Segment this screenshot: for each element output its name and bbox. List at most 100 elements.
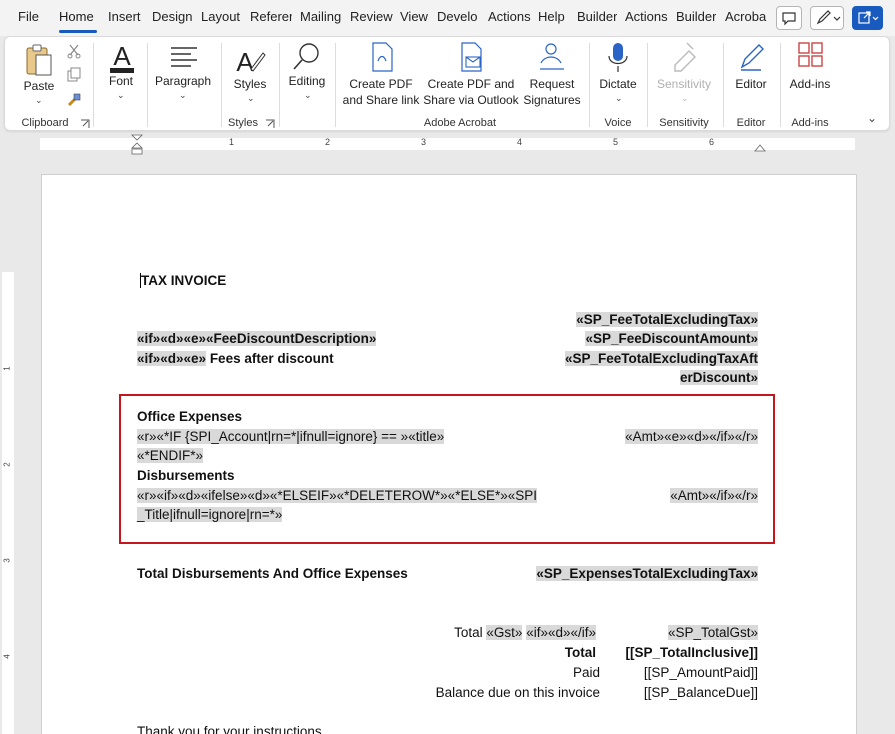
ruler-number: 3 <box>421 137 427 147</box>
tab-acrobat[interactable]: Acroba <box>725 9 768 29</box>
request-signatures-button[interactable]: Request Signatures <box>521 41 583 111</box>
fee-total-field[interactable]: «SP_FeeTotalExcludingTax» <box>520 310 758 330</box>
dialog-launcher-icon[interactable] <box>80 119 90 129</box>
add-ins-button[interactable]: Add-ins <box>785 41 835 107</box>
disbursements-row-2[interactable]: _Title|ifnull=ignore|rn=*» <box>137 505 283 525</box>
editor-group-label: Editor <box>736 117 766 129</box>
chevron-down-icon: ⌄ <box>247 93 255 103</box>
total-gst-label[interactable]: Total «Gst» «if»«d»«/if» <box>380 623 596 643</box>
ruler-number: 1 <box>2 366 12 371</box>
paste-button[interactable]: Paste ⌄ <box>13 41 65 107</box>
copy-icon[interactable] <box>66 67 82 83</box>
search-icon <box>293 43 319 70</box>
total-value[interactable]: [[SP_TotalInclusive]] <box>600 643 758 663</box>
create-pdf-outlook-button[interactable]: Create PDF and Share via Outlook <box>423 41 519 111</box>
editing-mode-button[interactable] <box>810 6 844 30</box>
total-disbursements-label[interactable]: Total Disbursements And Office Expenses <box>137 564 408 584</box>
merge-field: «if»«d»«e» <box>137 351 207 366</box>
clipboard-group-label: Clipboard <box>21 117 69 129</box>
editor-label: Editor <box>735 77 767 91</box>
group-separator <box>723 43 724 127</box>
group-separator <box>147 43 148 127</box>
group-separator <box>335 43 336 127</box>
sensitivity-group-label: Sensitivity <box>659 117 709 129</box>
merge-field: «r»«if»«d»«ifelse»«d»«*ELSEIF»«*DELETERO… <box>137 488 537 503</box>
editing-button[interactable]: Editing ⌄ <box>283 41 331 107</box>
microphone-icon <box>608 43 628 72</box>
total-disbursements-value[interactable]: «SP_ExpensesTotalExcludingTax» <box>500 564 758 584</box>
office-expenses-row-1[interactable]: «r»«*IF {SPI_Account|rn=*|ifnull=ignore}… <box>137 427 445 447</box>
office-expenses-row-2[interactable]: «*ENDIF*» <box>137 446 204 466</box>
tab-builder[interactable]: Builder <box>577 9 617 29</box>
comments-button[interactable] <box>776 6 802 30</box>
tab-actions[interactable]: Actions <box>488 9 531 29</box>
create-pdf-share-label-1: Create PDF <box>349 77 413 91</box>
tab-mailings[interactable]: Mailing <box>300 9 342 29</box>
page-title[interactable]: TAX INVOICE <box>140 271 226 291</box>
tab-design[interactable]: Design <box>152 9 192 29</box>
ruler-number: 2 <box>2 462 12 467</box>
office-expenses-heading[interactable]: Office Expenses <box>137 407 242 427</box>
sensitivity-button[interactable]: Sensitivity ⌄ <box>651 41 717 107</box>
total-label[interactable]: Total <box>400 643 596 663</box>
sensitivity-icon <box>674 42 696 72</box>
fees-after-discount-line[interactable]: «if»«d»«e» Fees after discount <box>137 349 334 369</box>
disbursements-amount[interactable]: «Amt»«/if»«/r» <box>580 486 758 506</box>
tab-layout[interactable]: Layout <box>201 9 240 29</box>
chevron-down-icon: ⌄ <box>681 93 689 103</box>
tab-actions-2[interactable]: Actions <box>625 9 668 29</box>
tab-home[interactable]: Home <box>59 9 94 29</box>
ruler-number: 1 <box>229 137 235 147</box>
tab-file[interactable]: File <box>18 9 39 29</box>
dialog-launcher-icon[interactable] <box>265 119 275 129</box>
indent-marker-icon[interactable] <box>131 134 143 156</box>
ruler-number: 4 <box>2 654 12 659</box>
balance-due-value[interactable]: [[SP_BalanceDue]] <box>600 683 758 703</box>
cut-icon[interactable] <box>66 43 82 59</box>
create-pdf-share-link-button[interactable]: Create PDF and Share link <box>341 41 421 111</box>
ruler-number: 4 <box>517 137 523 147</box>
editing-label: Editing <box>288 74 326 88</box>
tab-review[interactable]: Review <box>350 9 393 29</box>
sensitivity-label: Sensitivity <box>656 77 712 91</box>
horizontal-ruler: 1 2 3 4 5 6 <box>0 133 895 155</box>
paid-value[interactable]: [[SP_AmountPaid]] <box>600 663 758 683</box>
group-separator <box>589 43 590 127</box>
tab-references[interactable]: Referer <box>250 9 292 29</box>
create-pdf-outlook-label-1: Create PDF and <box>427 77 515 91</box>
total-gst-value[interactable]: «SP_TotalGst» <box>620 623 758 643</box>
tab-builder-2[interactable]: Builder <box>676 9 716 29</box>
fee-total-after-discount-1[interactable]: «SP_FeeTotalExcludingTaxAft <box>520 349 758 369</box>
font-button[interactable]: A Font ⌄ <box>99 41 143 107</box>
merge-field: «*ENDIF*» <box>137 448 204 463</box>
dictate-button[interactable]: Dictate ⌄ <box>593 41 643 107</box>
paragraph-button[interactable]: Paragraph ⌄ <box>151 41 215 107</box>
group-separator <box>279 43 280 127</box>
merge-field: «if»«d»«/if» <box>526 625 596 640</box>
styles-button[interactable]: A Styles ⌄ <box>227 41 273 107</box>
thank-you-text[interactable]: Thank you for your instructions <box>137 722 322 734</box>
office-expenses-amount[interactable]: «Amt»«e»«d»«/if»«/r» <box>560 427 758 447</box>
fee-discount-amount[interactable]: «SP_FeeDiscountAmount» <box>520 329 758 349</box>
tab-insert[interactable]: Insert <box>108 9 141 29</box>
disbursements-heading[interactable]: Disbursements <box>137 466 235 486</box>
voice-group-label: Voice <box>604 117 632 129</box>
tab-view[interactable]: View <box>400 9 428 29</box>
fee-total-after-discount-2[interactable]: erDiscount» <box>520 368 758 388</box>
right-indent-marker-icon[interactable] <box>754 141 766 153</box>
ruler-number: 3 <box>2 558 12 563</box>
share-button[interactable] <box>852 6 883 30</box>
tab-help[interactable]: Help <box>538 9 565 29</box>
merge-field: «Amt»«e»«d»«/if»«/r» <box>625 429 758 444</box>
collapse-ribbon-icon[interactable]: ⌄ <box>867 111 877 125</box>
active-tab-indicator <box>59 30 97 33</box>
fee-discount-description[interactable]: «if»«d»«e»«FeeDiscountDescription» <box>137 329 377 349</box>
disbursements-row-1[interactable]: «r»«if»«d»«ifelse»«d»«*ELSEIF»«*DELETERO… <box>137 486 537 506</box>
format-painter-icon[interactable] <box>66 92 82 108</box>
editor-button[interactable]: Editor <box>727 41 775 107</box>
tab-developer[interactable]: Develo <box>437 9 480 29</box>
font-icon: A <box>110 41 134 73</box>
merge-field: «Amt»«/if»«/r» <box>670 488 758 503</box>
paid-label[interactable]: Paid <box>400 663 600 683</box>
balance-due-label[interactable]: Balance due on this invoice <box>380 683 600 703</box>
